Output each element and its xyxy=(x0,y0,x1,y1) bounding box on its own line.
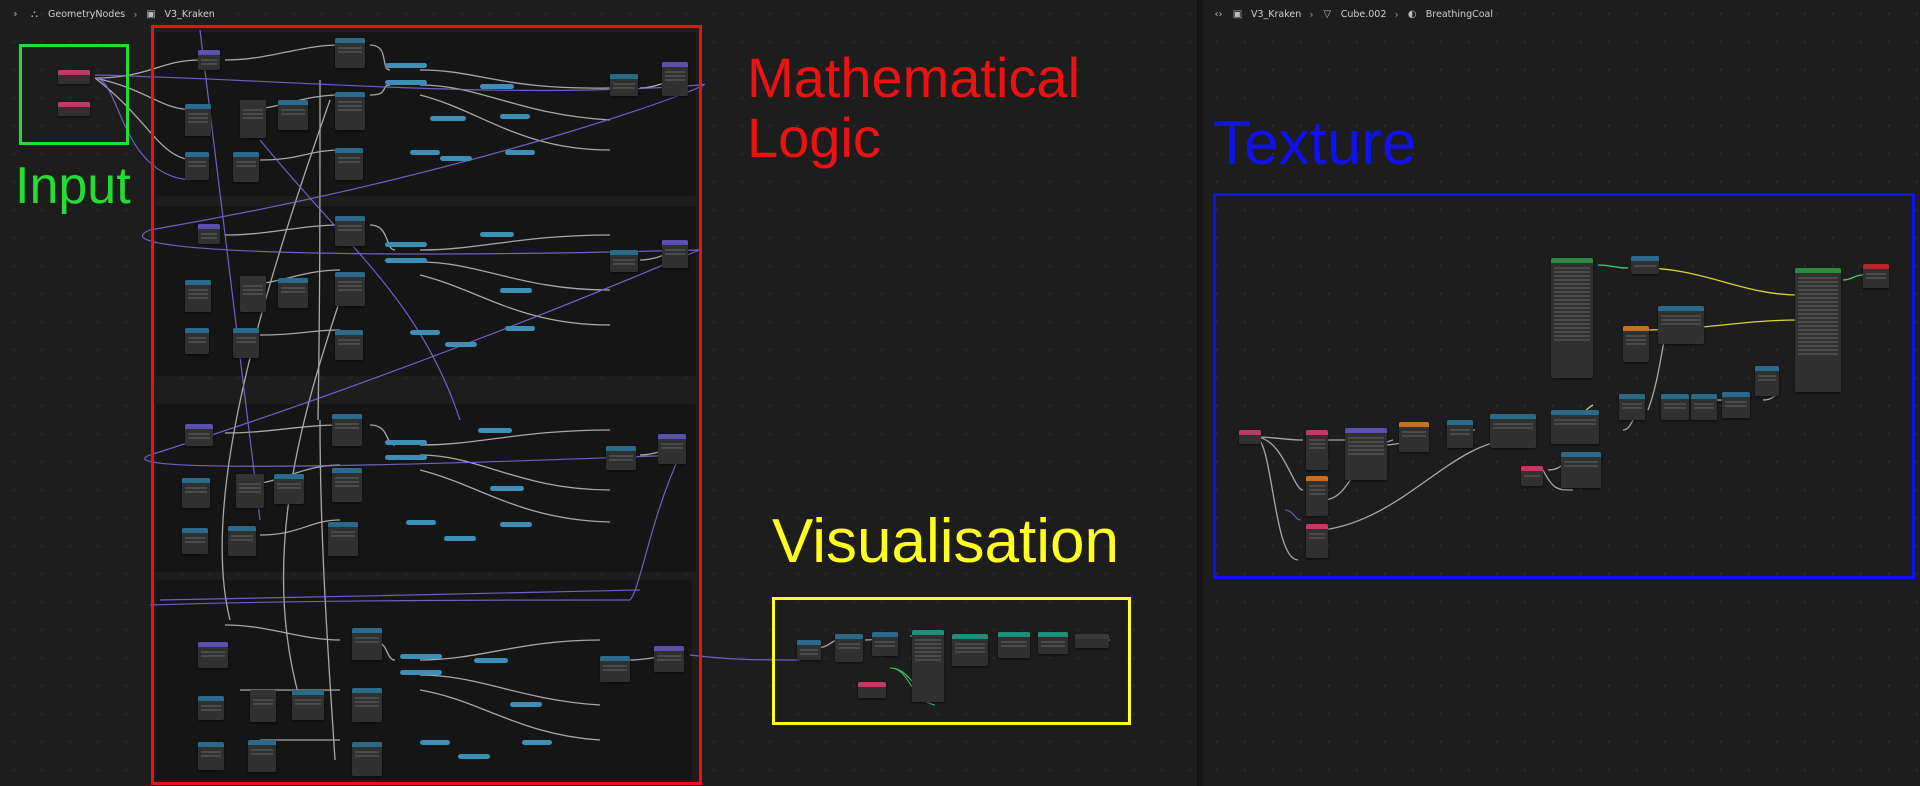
breadcrumb-item-object[interactable]: Cube.002 xyxy=(1341,9,1387,20)
texture-annotation-label: Texture xyxy=(1213,109,1417,178)
breadcrumb-item-scene[interactable]: V3_Kraken xyxy=(1251,9,1301,20)
chevron-right-icon[interactable]: › xyxy=(10,9,21,20)
breadcrumb-item-node-group[interactable]: V3_Kraken xyxy=(165,9,215,20)
mesh-icon: ▽ xyxy=(1323,8,1332,20)
chevron-right-icon: › xyxy=(1394,7,1399,21)
scene-icon: ▣ xyxy=(1232,8,1243,20)
node-group-icon: ▣ xyxy=(146,8,156,20)
collapse-arrows-icon[interactable]: ‹› xyxy=(1213,9,1224,20)
breadcrumb: ‹› ▣ V3_Kraken › ▽ Cube.002 › ◐ Breathin… xyxy=(1203,0,1920,28)
chevron-right-icon: › xyxy=(1309,7,1314,21)
math-annotation-box xyxy=(151,25,702,785)
math-annotation-label: Mathematical xyxy=(747,46,1081,109)
input-annotation-label: Input xyxy=(15,157,131,215)
visualisation-annotation-label: Visualisation xyxy=(772,507,1119,576)
visualisation-annotation-box xyxy=(772,597,1131,725)
math-annotation-label: Logic xyxy=(747,106,881,169)
shader-node-editor[interactable]: ‹› ▣ V3_Kraken › ▽ Cube.002 › ◐ Breathin… xyxy=(1203,0,1920,786)
texture-annotation-box xyxy=(1213,193,1915,579)
breadcrumb: › ⛬ GeometryNodes › ▣ V3_Kraken xyxy=(0,0,1197,28)
geometry-node-editor[interactable]: › ⛬ GeometryNodes › ▣ V3_Kraken Input Ma… xyxy=(0,0,1197,786)
node-tree-icon: ⛬ xyxy=(31,8,38,20)
chevron-right-icon: › xyxy=(133,7,138,21)
breadcrumb-item-material[interactable]: BreathingCoal xyxy=(1426,9,1493,20)
material-icon: ◐ xyxy=(1407,8,1417,20)
input-annotation-box xyxy=(19,44,129,145)
breadcrumb-item-node-tree[interactable]: GeometryNodes xyxy=(48,9,125,20)
